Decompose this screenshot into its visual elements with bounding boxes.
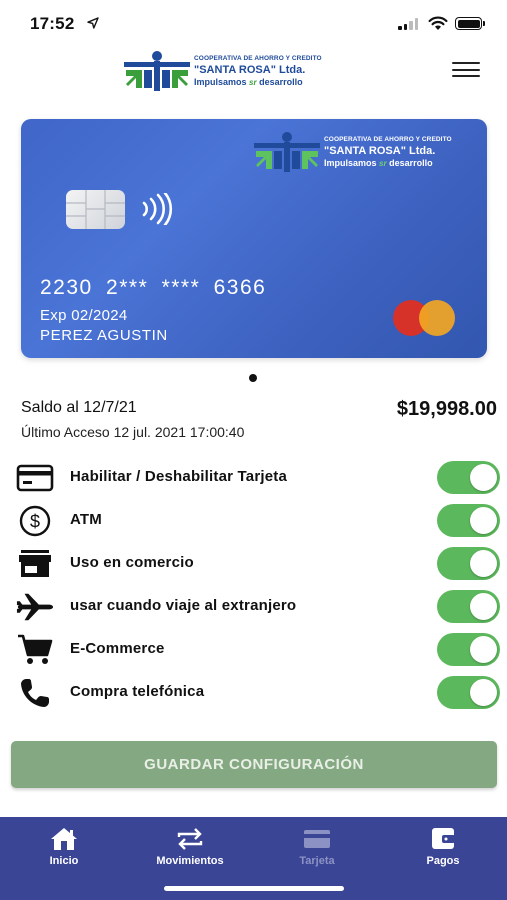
card-brand-line1: COOPERATIVA DE AHORRO Y CREDITO — [324, 136, 452, 143]
shopping-cart-icon — [16, 634, 54, 666]
nav-tab-inicio[interactable]: Inicio — [14, 826, 114, 876]
setting-label: ATM — [70, 511, 102, 528]
brand-emblem — [124, 51, 190, 91]
battery-icon — [455, 17, 482, 30]
location-arrow-icon — [87, 17, 99, 29]
nav-tab-tarjeta[interactable]: Tarjeta — [267, 826, 367, 876]
credit-card[interactable]: COOPERATIVA DE AHORRO Y CREDITO "SANTA R… — [21, 119, 487, 358]
home-icon — [51, 828, 77, 850]
toggle-knob — [470, 550, 497, 577]
setting-row-travel: usar cuando viaje al extranjero — [0, 587, 507, 627]
menu-line — [452, 75, 480, 77]
setting-row-store: Uso en comercio — [0, 544, 507, 584]
phone-icon — [16, 677, 54, 709]
card-number: 2230 2*** **** 6366 — [40, 276, 267, 299]
setting-row-enable-card: Habilitar / Deshabilitar Tarjeta — [0, 458, 507, 498]
nav-label: Movimientos — [156, 855, 224, 867]
nav-tab-movimientos[interactable]: Movimientos — [140, 826, 240, 876]
dollar-circle-icon: $ — [16, 505, 54, 537]
credit-card-icon — [16, 462, 54, 494]
store-icon — [16, 548, 54, 580]
toggle-ecommerce[interactable] — [437, 633, 500, 666]
airplane-icon — [16, 591, 54, 623]
toggle-knob — [470, 636, 497, 663]
brand-slogan-a: Impulsamos — [194, 76, 247, 87]
wallet-icon — [432, 828, 455, 849]
status-bar: 17:52 — [0, 0, 507, 48]
setting-label: Uso en comercio — [70, 554, 194, 571]
brand-wordmark: COOPERATIVA DE AHORRO Y CREDITO "SANTA R… — [194, 55, 322, 87]
cellular-signal-icon — [398, 18, 418, 30]
toggle-enable-card[interactable] — [437, 461, 500, 494]
setting-label: usar cuando viaje al extranjero — [70, 597, 297, 614]
card-expiry: Exp 02/2024 — [40, 307, 128, 324]
card-icon — [304, 830, 330, 848]
contactless-icon — [142, 193, 173, 225]
wifi-icon — [428, 16, 448, 30]
nav-tab-pagos[interactable]: Pagos — [393, 826, 493, 876]
setting-label: Habilitar / Deshabilitar Tarjeta — [70, 468, 288, 485]
setting-row-ecommerce: E-Commerce — [0, 630, 507, 670]
menu-line — [452, 62, 480, 64]
toggle-phone-purchase[interactable] — [437, 676, 500, 709]
setting-label: Compra telefónica — [70, 683, 205, 700]
carousel-page-indicator — [249, 374, 257, 382]
home-indicator — [164, 886, 344, 891]
menu-line — [452, 68, 480, 71]
svg-text:$: $ — [30, 512, 40, 532]
toggle-atm[interactable] — [437, 504, 500, 537]
card-brand-logo: COOPERATIVA DE AHORRO Y CREDITO "SANTA R… — [252, 131, 467, 175]
brand-logo: COOPERATIVA DE AHORRO Y CREDITO "SANTA R… — [122, 50, 332, 94]
card-holder-name: PEREZ AGUSTIN — [40, 327, 168, 344]
setting-row-atm: $ ATM — [0, 501, 507, 541]
brand-line3: Impulsamos sr desarrollo — [194, 76, 303, 87]
toggle-knob — [470, 507, 497, 534]
brand-line1: COOPERATIVA DE AHORRO Y CREDITO — [194, 55, 322, 62]
last-access: Último Acceso 12 jul. 2021 17:00:40 — [21, 424, 245, 440]
toggle-travel[interactable] — [437, 590, 500, 623]
balance-amount: $19,998.00 — [396, 398, 497, 420]
card-brand-line2: "SANTA ROSA" Ltda. — [324, 144, 436, 157]
status-time: 17:52 — [30, 14, 75, 33]
setting-row-phone-purchase: Compra telefónica — [0, 673, 507, 713]
setting-label: E-Commerce — [70, 640, 165, 657]
toggle-knob — [470, 679, 497, 706]
brand-line2: "SANTA ROSA" Ltda. — [194, 63, 306, 76]
card-brand-line3: Impulsamos sr desarrollo — [324, 157, 433, 168]
mastercard-logo-icon — [393, 300, 465, 336]
toggle-knob — [470, 464, 497, 491]
nav-label: Inicio — [49, 855, 79, 867]
transfer-icon — [177, 828, 203, 850]
card-brand-emblem — [254, 132, 320, 172]
menu-button[interactable] — [452, 62, 480, 82]
save-configuration-button[interactable]: GUARDAR CONFIGURACIÓN — [11, 741, 497, 788]
card-brand-slogan-a: Impulsamos — [324, 157, 377, 168]
brand-slogan-b: desarrollo — [259, 76, 303, 87]
card-brand-wordmark: COOPERATIVA DE AHORRO Y CREDITO "SANTA R… — [324, 136, 452, 168]
chip-icon — [66, 190, 125, 229]
nav-label: Tarjeta — [299, 855, 335, 867]
battery-tip — [483, 21, 485, 26]
toggle-store[interactable] — [437, 547, 500, 580]
balance-label: Saldo al 12/7/21 — [21, 399, 137, 416]
card-brand-slogan-b: desarrollo — [389, 157, 433, 168]
nav-label: Pagos — [426, 855, 460, 867]
toggle-knob — [470, 593, 497, 620]
